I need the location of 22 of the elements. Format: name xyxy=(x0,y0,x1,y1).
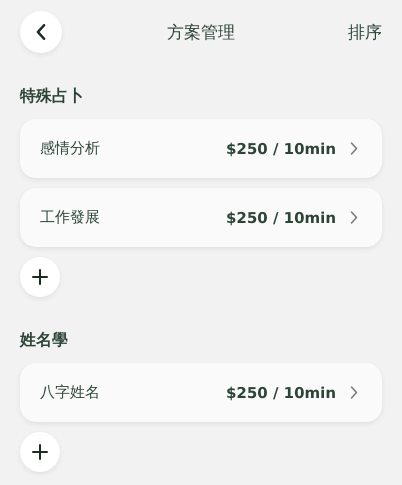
plan-row[interactable]: 感情分析 $250 / 10min xyxy=(20,119,382,178)
plus-icon xyxy=(32,269,48,285)
chevron-right-icon xyxy=(350,386,358,399)
add-button[interactable] xyxy=(20,257,60,297)
plan-row[interactable]: 工作發展 $250 / 10min xyxy=(20,188,382,247)
section-title: 姓名學 xyxy=(20,330,69,351)
plus-icon xyxy=(32,444,48,460)
plan-price: $250 / 10min xyxy=(226,140,336,158)
chevron-right-icon xyxy=(350,211,358,224)
page-title: 方案管理 xyxy=(167,22,235,44)
sort-button[interactable]: 排序 xyxy=(348,20,382,44)
plan-price: $250 / 10min xyxy=(226,384,336,402)
back-button[interactable] xyxy=(20,11,62,53)
plan-name: 感情分析 xyxy=(40,139,101,158)
plan-name: 八字姓名 xyxy=(40,383,101,402)
plan-row[interactable]: 八字姓名 $250 / 10min xyxy=(20,363,382,422)
plan-name: 工作發展 xyxy=(40,208,101,227)
plan-price: $250 / 10min xyxy=(226,208,336,226)
chevron-right-icon xyxy=(350,142,358,155)
add-button[interactable] xyxy=(20,432,60,472)
back-icon xyxy=(36,24,46,40)
section-title: 特殊占卜 xyxy=(20,86,85,107)
